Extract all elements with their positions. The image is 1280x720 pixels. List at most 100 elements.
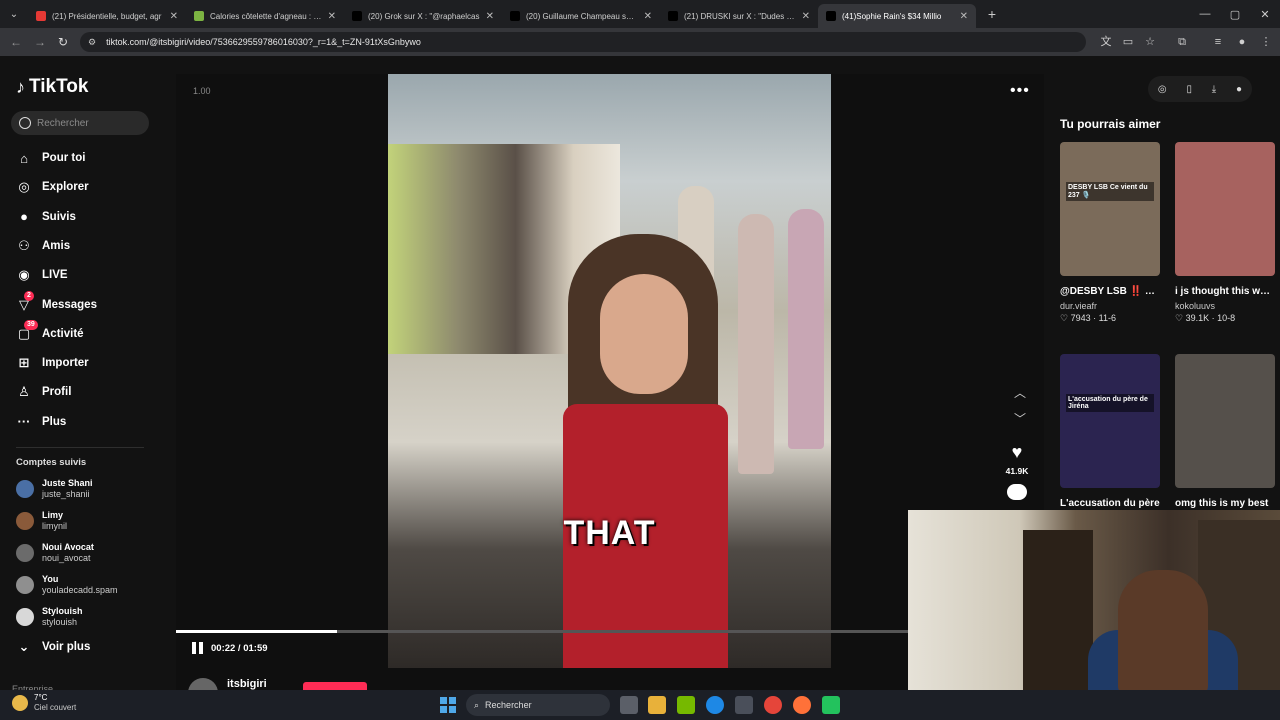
tab-close-icon[interactable]: ✕ — [328, 11, 336, 22]
recommendation-card[interactable]: omg this is my best — [1175, 354, 1275, 511]
browser-tab-strip: ⌄ (21) Présidentielle, budget, agr ✕ Calor… — [0, 0, 1280, 28]
nav-item-pour-toi[interactable]: ⌂ Pour toi — [16, 148, 85, 168]
comment-icon[interactable] — [1007, 484, 1027, 500]
site-info-icon[interactable]: ⚙ — [88, 37, 96, 48]
timecode: 00:22 / 01:59 — [211, 643, 268, 654]
app-icon[interactable] — [822, 696, 840, 714]
profile-avatar-icon[interactable]: ● — [1234, 34, 1250, 50]
browser-menu-icon[interactable]: ⋮ — [1258, 34, 1274, 50]
video-thumbnail[interactable] — [1175, 354, 1275, 488]
nav-item-amis[interactable]: ⚇ Amis — [16, 236, 70, 256]
back-icon[interactable]: ← — [8, 34, 24, 50]
store-icon[interactable] — [735, 696, 753, 714]
nav-item-plus[interactable]: ··· Plus — [16, 412, 67, 432]
close-window-icon[interactable]: ✕ — [1250, 0, 1280, 28]
video-player[interactable]: THAT — [388, 74, 831, 668]
extensions-icon[interactable]: ⧉ — [1174, 34, 1190, 50]
followed-account[interactable]: Juste Shani juste_shanii — [16, 476, 93, 502]
like-heart-icon[interactable]: ♥ — [1005, 442, 1029, 463]
avatar — [16, 608, 34, 626]
maximize-icon[interactable]: ▢ — [1220, 0, 1250, 28]
tab-close-icon[interactable]: ✕ — [170, 11, 178, 22]
video-thumbnail[interactable] — [1175, 142, 1275, 276]
more-options-icon[interactable]: ••• — [1010, 82, 1030, 100]
recommendation-card[interactable]: DESBY LSB Ce vient du 237 🎙️ @DESBY LSB ‼… — [1060, 142, 1160, 324]
minimize-icon[interactable]: — — [1190, 0, 1220, 28]
address-bar[interactable]: ⚙ tiktok.com/@itsbigiri/video/7536629559… — [80, 32, 1086, 52]
tab-favicon-icon — [36, 11, 46, 21]
browser-tab[interactable]: (21) DRUSKI sur X : "Dudes put ✕ — [660, 4, 818, 28]
browser-tab[interactable]: Calories côtelette d'agneau : ap ✕ — [186, 4, 344, 28]
tab-close-icon[interactable]: ✕ — [960, 11, 968, 22]
download-icon[interactable]: ⤓ — [1212, 84, 1216, 95]
home-icon: ⌂ — [20, 150, 28, 166]
file-explorer-icon[interactable] — [648, 696, 666, 714]
account-handle: juste_shanii — [42, 489, 90, 499]
nav-item-label: Explorer — [42, 181, 89, 194]
nav-item-importer[interactable]: ⊞ Importer — [16, 353, 89, 373]
taskbar-search[interactable]: ⌕ Rechercher — [466, 694, 610, 716]
forward-icon[interactable]: → — [32, 34, 48, 50]
weather-desc: Ciel couvert — [34, 703, 77, 712]
browser-tab[interactable]: (21) Présidentielle, budget, agr ✕ — [28, 4, 186, 28]
video-thumbnail[interactable]: DESBY LSB Ce vient du 237 🎙️ — [1060, 142, 1160, 276]
search-input[interactable]: Rechercher — [11, 111, 149, 135]
compass-icon[interactable]: ◎ — [1158, 84, 1167, 95]
firefox-icon[interactable] — [793, 696, 811, 714]
tab-title: (20) Grok sur X : "@raphaelcas — [368, 11, 480, 21]
nav-item-explorer[interactable]: ◎ Explorer — [16, 177, 89, 197]
followed-account[interactable]: Limy limynil — [16, 508, 67, 534]
chevron-down-icon: ⌄ — [18, 639, 30, 654]
windows-start-icon[interactable] — [440, 697, 456, 713]
live-icon: ◉ — [18, 267, 30, 283]
nav-item-activit-[interactable]: ▢ 39 Activité — [16, 319, 84, 344]
card-username[interactable]: kokoluuvs — [1175, 301, 1275, 311]
playback-speed[interactable]: 1.00 — [193, 86, 211, 96]
browser-tab[interactable]: (20) Guillaume Champeau sur X ✕ — [502, 4, 660, 28]
reload-icon[interactable]: ↻ — [55, 34, 71, 50]
user-avatar-icon[interactable]: ● — [1236, 84, 1242, 95]
heart-icon: ♡ — [1175, 313, 1186, 323]
nav-item-suivis[interactable]: ● Suivis — [16, 207, 76, 227]
nvidia-icon[interactable] — [677, 696, 695, 714]
reading-list-icon[interactable]: ≡ — [1210, 34, 1226, 50]
followed-account[interactable]: Stylouish stylouish — [16, 604, 83, 630]
see-more-button[interactable]: ⌄ Voir plus — [16, 637, 91, 657]
followed-account[interactable]: You youladecadd.spam — [16, 572, 118, 598]
chrome-icon[interactable] — [764, 696, 782, 714]
card-date: 11-6 — [1098, 313, 1116, 323]
browser-tab[interactable]: (20) Grok sur X : "@raphaelcas ✕ — [344, 4, 502, 28]
pause-icon[interactable] — [192, 642, 206, 656]
browser-tab[interactable]: (41)Sophie Rain's $34 Millio ✕ — [818, 4, 976, 28]
plus-icon: ⊞ — [18, 355, 30, 371]
nav-item-messages[interactable]: ▽ 2 Messages — [16, 290, 97, 315]
avatar — [16, 480, 34, 498]
video-thumbnail[interactable]: L'accusation du père de Jiréna — [1060, 354, 1160, 488]
card-username[interactable]: dur.vieafr — [1060, 301, 1160, 311]
recommendation-card[interactable]: i js thought this was funny #fyp #queen.… — [1175, 142, 1275, 324]
bookmark-star-icon[interactable]: ☆ — [1142, 34, 1158, 50]
previous-video-icon[interactable]: ︿ — [1014, 384, 1026, 401]
phone-icon[interactable]: ▯ — [1186, 84, 1192, 95]
cast-icon[interactable]: ▭ — [1120, 34, 1136, 50]
compass-icon: ◎ — [18, 179, 30, 195]
tab-close-icon[interactable]: ✕ — [644, 11, 652, 22]
tab-search-icon[interactable]: ⌄ — [0, 0, 28, 28]
task-view-icon[interactable] — [620, 696, 638, 714]
video-caption-text: THAT — [563, 514, 656, 552]
next-video-icon[interactable]: ﹀ — [1014, 410, 1026, 427]
tiktok-logo[interactable]: ♪ TikTok — [16, 76, 88, 98]
translate-icon[interactable]: 文 — [1098, 34, 1114, 50]
nav-item-profil[interactable]: ♙ Profil — [16, 382, 71, 402]
weather-widget[interactable]: 7°C Ciel couvert — [12, 693, 76, 713]
edge-icon[interactable] — [706, 696, 724, 714]
author-name[interactable]: itsbigiri — [227, 678, 267, 690]
divider — [16, 447, 144, 448]
new-tab-button[interactable]: + — [980, 6, 1004, 22]
tab-close-icon[interactable]: ✕ — [486, 11, 494, 22]
recommendation-card[interactable]: L'accusation du père de Jiréna L'accusati… — [1060, 354, 1160, 511]
card-likes: 39.1K — [1185, 313, 1210, 323]
followed-account[interactable]: Noui Avocat noui_avocat — [16, 540, 94, 566]
tab-close-icon[interactable]: ✕ — [802, 11, 810, 22]
nav-item-live[interactable]: ◉ LIVE — [16, 265, 67, 285]
